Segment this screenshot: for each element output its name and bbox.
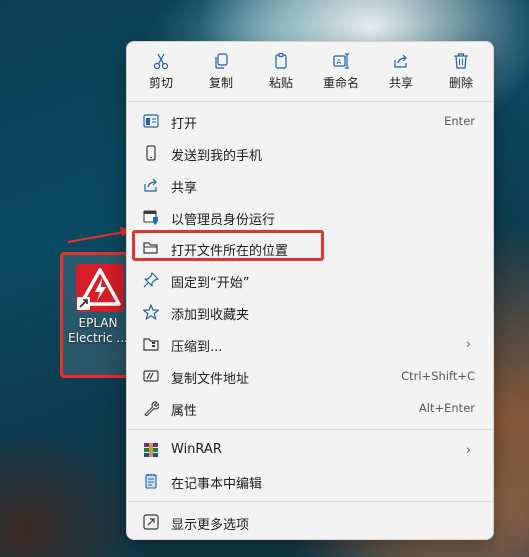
pin-icon xyxy=(143,272,159,288)
divider xyxy=(127,501,493,502)
share-button[interactable]: 共享 xyxy=(371,48,431,96)
open-window-icon xyxy=(143,114,159,128)
shortcut-text: Ctrl+Shift+C xyxy=(401,369,475,383)
menu-item-label: 显示更多选项 xyxy=(171,518,250,533)
menu-item-label: 添加到收藏夹 xyxy=(171,308,250,323)
notepad-icon xyxy=(145,474,157,489)
menu-item-show-more[interactable]: 显示更多选项 xyxy=(131,507,491,537)
menu-item-label: 属性 xyxy=(171,404,198,419)
star-icon xyxy=(143,304,159,320)
desktop-icon-label-line2: Electric ... xyxy=(68,331,128,345)
rename-icon: A xyxy=(333,53,349,69)
menu-item-compress-to[interactable]: 压缩到... › xyxy=(131,329,491,359)
show-more-icon xyxy=(143,514,159,530)
desktop-icon-label: EPLAN Electric ... xyxy=(68,316,128,346)
copy-path-icon xyxy=(143,370,159,382)
share-icon xyxy=(144,178,157,192)
shortcut-text: Enter xyxy=(444,114,475,128)
desktop-icon-label-line1: EPLAN xyxy=(78,316,118,330)
menu-item-run-as-admin[interactable]: 以管理员身份运行 xyxy=(131,202,491,232)
zip-folder-icon xyxy=(143,338,159,351)
menu-item-label: WinRAR xyxy=(171,442,222,457)
wrench-icon xyxy=(144,401,159,416)
paste-label: 粘贴 xyxy=(268,76,293,90)
winrar-icon xyxy=(144,443,158,457)
menu-item-open[interactable]: 打开 Enter xyxy=(131,106,491,136)
share-label: 共享 xyxy=(388,76,413,90)
copy-icon xyxy=(215,53,228,69)
divider xyxy=(127,101,493,102)
share-icon xyxy=(394,54,407,68)
cut-label: 剪切 xyxy=(148,76,173,90)
svg-text:A: A xyxy=(337,58,342,66)
menu-item-label: 在记事本中编辑 xyxy=(171,477,263,492)
menu-item-share[interactable]: 共享 xyxy=(131,170,491,200)
trash-icon xyxy=(454,53,468,69)
context-menu: 剪切 复制 粘贴 A 重命名 共享 删除 打开 Enter 发送到我的手机 共享… xyxy=(126,41,494,540)
desktop-icon-eplan[interactable]: EPLAN Electric ... xyxy=(60,252,130,378)
menu-item-winrar[interactable]: WinRAR › xyxy=(131,435,491,465)
menu-item-label: 打开 xyxy=(171,117,198,132)
menu-item-label: 压缩到... xyxy=(171,340,223,355)
rename-button[interactable]: A 重命名 xyxy=(311,48,371,96)
copy-label: 复制 xyxy=(208,76,233,90)
scissors-icon xyxy=(153,53,169,70)
rename-label: 重命名 xyxy=(322,76,359,90)
copy-button[interactable]: 复制 xyxy=(191,48,251,96)
menu-item-label: 复制文件地址 xyxy=(171,372,250,387)
chevron-right-icon: › xyxy=(465,337,471,352)
paste-button[interactable]: 粘贴 xyxy=(251,48,311,96)
admin-shield-icon xyxy=(143,210,158,225)
menu-item-pin-to-start[interactable]: 固定到“开始” xyxy=(131,265,491,295)
menu-item-label: 以管理员身份运行 xyxy=(171,213,276,228)
menu-item-properties[interactable]: 属性 Alt+Enter xyxy=(131,393,491,423)
menu-item-send-to-phone[interactable]: 发送到我的手机 xyxy=(131,138,491,168)
menu-item-add-to-favorites[interactable]: 添加到收藏夹 xyxy=(131,297,491,327)
menu-item-label: 共享 xyxy=(171,181,198,196)
cut-button[interactable]: 剪切 xyxy=(131,48,191,96)
delete-button[interactable]: 删除 xyxy=(431,48,491,96)
delete-label: 删除 xyxy=(448,76,473,90)
menu-item-edit-notepad[interactable]: 在记事本中编辑 xyxy=(131,466,491,496)
menu-item-label: 固定到“开始” xyxy=(171,276,250,291)
menu-item-label: 发送到我的手机 xyxy=(171,149,263,164)
menu-item-copy-path[interactable]: 复制文件地址 Ctrl+Shift+C xyxy=(131,361,491,391)
eplan-logo-icon xyxy=(76,264,124,312)
chevron-right-icon: › xyxy=(465,443,471,458)
divider xyxy=(127,429,493,430)
phone-icon xyxy=(146,145,156,161)
paste-icon xyxy=(275,52,287,69)
shortcut-text: Alt+Enter xyxy=(418,401,475,415)
highlight-box xyxy=(132,230,324,261)
context-menu-toolbar: 剪切 复制 粘贴 A 重命名 共享 删除 xyxy=(127,42,495,98)
